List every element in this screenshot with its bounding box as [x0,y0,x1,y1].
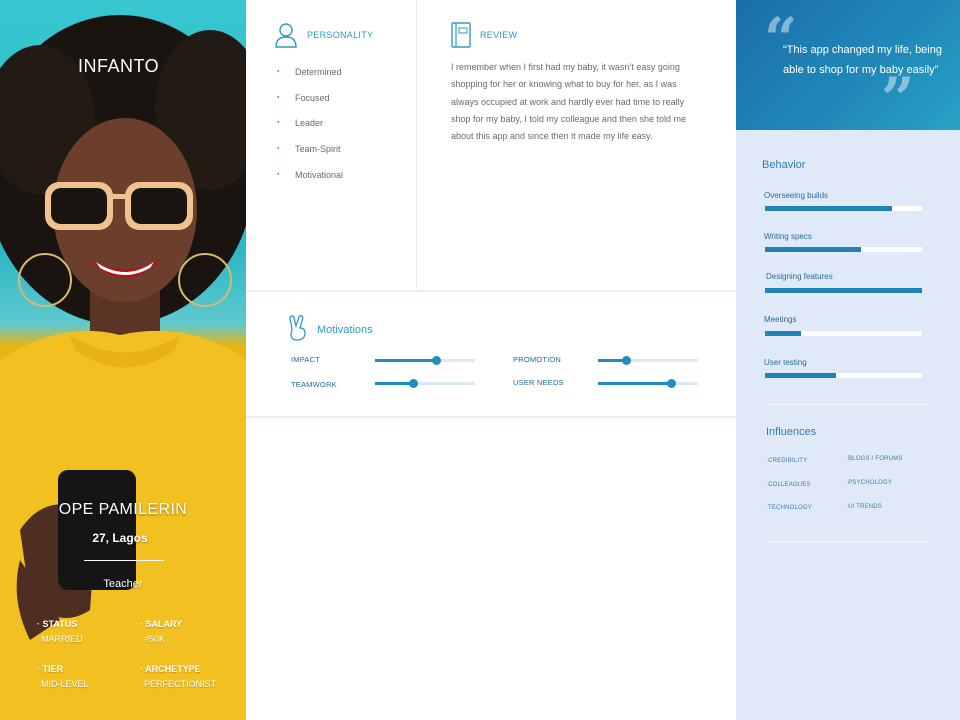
slider-fill [375,382,413,385]
trait-item: Determined [277,67,342,77]
behavior-bar [765,373,922,378]
trait-item: Leader [277,118,323,128]
influence-item: · UI TRENDS [844,504,883,510]
motivation-slider-teamwork[interactable] [375,379,475,388]
stat-value: MARRIED [41,634,83,644]
behavior-bar-fill [765,247,861,252]
influences-title: Influences [766,426,817,438]
stat-key: · STATUS [37,619,78,629]
stat-status: · STATUS MARRIED [37,617,83,647]
slider-knob[interactable] [667,379,676,388]
behavior-bar [765,331,922,336]
review-title: REVIEW [480,30,518,40]
persona-job: Teacher [103,578,143,590]
close-quote-icon: ” [881,65,915,133]
influence-item: · CREDIBILITY [764,458,808,464]
influence-item: · BLOGS / FORUMS [844,456,903,462]
quote-text: “This app changed my life, being able to… [783,44,942,76]
slider-knob[interactable] [432,356,441,365]
stat-archetype: · ARCHETYPE PERFECTIONIST [140,662,216,692]
persona-photo [0,15,246,720]
divider [765,404,928,405]
persona-photo-panel: INFANTO OPE PAMILERIN 27, Lagos Teacher … [0,0,246,720]
trait-item: Focused [277,93,330,103]
stat-value: PERFECTIONIST [144,679,217,689]
behavior-label: User testing [764,358,807,367]
slider-knob[interactable] [622,356,631,365]
section-divider [246,290,736,292]
notebook-icon [451,22,471,48]
stat-value: #50K [144,634,166,644]
stat-key: · TIER [37,664,64,674]
behavior-bar [765,288,922,293]
behavior-bar-fill [765,331,802,336]
trait-item: Team-Spirit [277,144,341,154]
person-icon [275,23,297,48]
stat-tier: · TIER MID-LEVEL [37,662,89,692]
influence-item: · PSYCHOLOGY [844,480,893,486]
motivation-slider-impact[interactable] [375,356,475,365]
brand-logo-text: INFANTO [78,56,160,76]
behavior-bar-fill [765,373,836,378]
motivation-label-promotion: PROMOTION [513,355,562,364]
behavior-title: Behavior [762,159,806,171]
personality-title: PERSONALITY [307,30,374,40]
divider [765,541,928,542]
behavior-bar [765,247,922,252]
motivation-label-impact: IMPACT [291,355,320,364]
motivations-title: Motivations [317,324,373,336]
behavior-label: Designing features [766,272,833,281]
peace-hand-icon [289,315,306,341]
behavior-bar [765,206,922,211]
section-divider [246,416,736,418]
stat-key: · ARCHETYPE [140,664,201,674]
behavior-label: Overseeing builds [764,191,829,200]
behavior-influences-panel: Behavior Overseeing builds Writing specs… [736,130,960,720]
stat-key: · SALARY [140,619,183,629]
quote-card: “ “This app changed my life, being able … [736,0,960,130]
behavior-bar-fill [765,206,893,211]
persona-name: OPE PAMILERIN [58,501,188,518]
slider-fill [375,359,436,362]
influence-item: · TECHNOLOGY [764,505,812,511]
slider-fill [598,382,671,385]
trait-item: Motivational [277,170,343,180]
review-text: I remember when I first had my baby, it … [451,62,686,142]
behavior-bar-fill [765,288,922,293]
motivation-slider-promotion[interactable] [598,356,698,365]
motivation-label-teamwork: TEAMWORK [291,380,337,389]
divider [84,560,164,561]
motivation-slider-user-needs[interactable] [598,379,698,388]
motivation-label-user-needs: USER NEEDS [513,378,564,387]
persona-age-location: 27, Lagos [92,531,148,545]
influence-item: · COLLEAGUES [764,482,811,488]
stat-value: MID-LEVEL [41,679,89,689]
slider-knob[interactable] [409,379,418,388]
column-divider [416,0,417,290]
stat-salary: · SALARY #50K [140,617,182,647]
behavior-label: Writing specs [764,232,812,241]
behavior-label: Meetings [764,315,797,324]
